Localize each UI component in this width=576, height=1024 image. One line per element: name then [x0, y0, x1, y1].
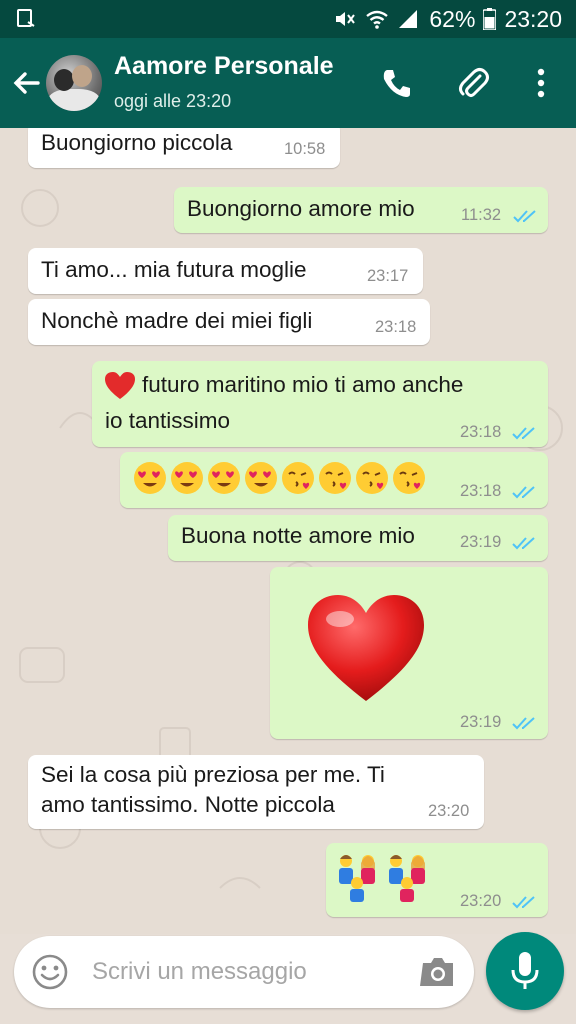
message-outgoing[interactable]: Buongiorno amore mio 11:32 — [174, 187, 548, 233]
message-text: io tantissimo — [105, 408, 231, 433]
message-outgoing[interactable]: futuro maritino mio ti amo anche io tant… — [92, 361, 548, 447]
phone-icon[interactable] — [380, 66, 414, 100]
message-time: 23:18 — [375, 318, 417, 336]
message-outgoing[interactable]: 23:20 — [326, 843, 548, 917]
message-time: 11:32 — [461, 206, 502, 224]
message-time: 23:20 — [460, 892, 502, 910]
message-outgoing[interactable]: 23:18 — [120, 452, 548, 508]
read-ticks-icon — [513, 210, 536, 223]
message-input[interactable]: Scrivi un messaggio — [92, 958, 307, 986]
message-text: amo tantissimo. Notte piccola — [41, 792, 335, 817]
red-heart-icon — [105, 372, 135, 399]
family-emoji-icon — [339, 855, 425, 902]
mute-icon — [336, 12, 356, 26]
read-ticks-icon — [512, 486, 535, 499]
heart-eyes-emoji — [134, 462, 166, 494]
heart-eyes-emoji — [208, 462, 240, 494]
read-ticks-icon — [512, 717, 535, 730]
status-icons: 62% 23:20 — [333, 0, 562, 38]
message-text: Buona notte amore mio — [181, 523, 415, 548]
clock: 23:20 — [504, 5, 562, 32]
contact-name[interactable]: Aamore Personale — [114, 52, 334, 81]
heart-eyes-emoji — [245, 462, 277, 494]
kissing-heart-emoji — [393, 462, 425, 494]
camera-icon[interactable] — [420, 955, 456, 989]
avatar[interactable] — [46, 55, 102, 111]
battery-icon — [483, 8, 497, 30]
status-bar: 62% 23:20 — [0, 0, 576, 38]
message-incoming[interactable]: Sei la cosa più preziosa per me. Ti amo … — [28, 755, 484, 829]
emoji-icon[interactable] — [32, 954, 68, 990]
emoji-row — [134, 462, 430, 494]
message-time: 23:18 — [460, 423, 502, 441]
back-arrow-icon[interactable] — [10, 66, 44, 100]
message-time: 23:19 — [460, 533, 502, 551]
kissing-heart-emoji — [356, 462, 388, 494]
message-time: 10:58 — [284, 140, 326, 158]
mic-button[interactable] — [486, 932, 564, 1010]
message-incoming[interactable]: Nonchè madre dei miei figli 23:18 — [28, 299, 430, 345]
message-text: Nonchè madre dei miei figli — [41, 308, 313, 333]
message-time: 23:17 — [367, 267, 409, 285]
read-ticks-icon — [512, 896, 535, 909]
message-text: futuro maritino mio ti amo anche — [142, 372, 464, 397]
chat-header: Aamore Personale oggi alle 23:20 — [0, 38, 576, 128]
heart-eyes-emoji — [171, 462, 203, 494]
message-outgoing[interactable]: Buona notte amore mio 23:19 — [168, 515, 548, 561]
mic-icon — [511, 952, 539, 989]
message-incoming[interactable]: Buongiorno piccola 10:58 — [28, 128, 340, 168]
read-ticks-icon — [512, 427, 535, 440]
message-outgoing[interactable]: 23:19 — [270, 567, 548, 739]
paperclip-icon[interactable] — [456, 66, 490, 100]
signal-icon — [399, 10, 418, 28]
message-composer[interactable]: Scrivi un messaggio — [14, 936, 474, 1008]
wifi-icon — [366, 10, 389, 29]
read-ticks-icon — [512, 537, 535, 550]
big-red-heart-icon — [308, 595, 424, 701]
message-text: Buongiorno piccola — [41, 130, 233, 155]
more-vert-icon[interactable] — [524, 66, 558, 100]
message-time: 23:19 — [460, 713, 502, 731]
chat-area[interactable]: Buongiorno piccola 10:58 Buongiorno amor… — [0, 128, 576, 934]
message-text: Ti amo... mia futura moglie — [41, 257, 307, 282]
message-text: Buongiorno amore mio — [187, 196, 415, 221]
message-incoming[interactable]: Ti amo... mia futura moglie 23:17 — [28, 248, 423, 294]
kissing-heart-emoji — [319, 462, 351, 494]
message-time: 23:18 — [460, 482, 502, 500]
kissing-heart-emoji — [282, 462, 314, 494]
message-time: 23:20 — [428, 802, 470, 820]
last-seen: oggi alle 23:20 — [114, 91, 232, 111]
battery-percent: 62% — [429, 5, 476, 32]
screenshot-icon — [17, 9, 35, 27]
